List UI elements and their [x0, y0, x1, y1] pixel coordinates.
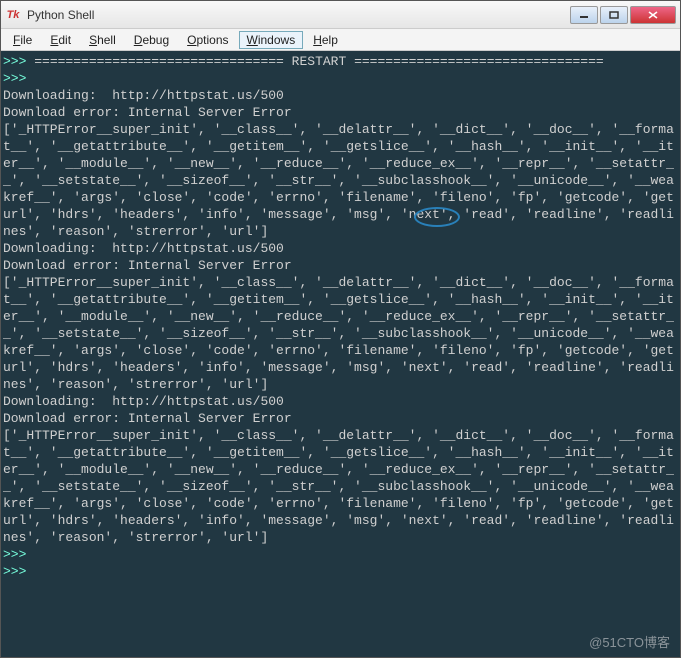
menu-item-label: Debug	[134, 33, 169, 47]
menu-item-label: Shell	[89, 33, 116, 47]
menu-item-debug[interactable]: Debug	[126, 31, 177, 49]
close-button[interactable]	[630, 6, 676, 24]
maximize-icon	[609, 11, 619, 19]
menu-item-shell[interactable]: Shell	[81, 31, 124, 49]
menu-item-edit[interactable]: Edit	[42, 31, 79, 49]
terminal[interactable]: >>> ================================ RES…	[1, 51, 680, 657]
titlebar: Tk Python Shell	[1, 1, 680, 29]
minimize-icon	[579, 11, 589, 19]
tk-icon: Tk	[5, 7, 21, 23]
menu-item-options[interactable]: Options	[179, 31, 236, 49]
menu-item-label: File	[13, 33, 32, 47]
menu-item-label: Options	[187, 33, 228, 47]
minimize-button[interactable]	[570, 6, 598, 24]
terminal-output: >>> ================================ RES…	[3, 53, 678, 580]
menu-item-windows[interactable]: Windows	[239, 31, 304, 49]
menu-item-label: Edit	[50, 33, 71, 47]
menubar: File Edit Shell Debug Options Windows Help	[1, 29, 680, 51]
menu-item-label: Help	[313, 33, 338, 47]
window-controls	[570, 6, 676, 24]
window-title: Python Shell	[27, 8, 570, 22]
menu-item-label: Windows	[247, 33, 296, 47]
watermark: @51CTO博客	[589, 634, 670, 651]
close-icon	[648, 11, 658, 19]
maximize-button[interactable]	[600, 6, 628, 24]
menu-item-file[interactable]: File	[5, 31, 40, 49]
menu-item-help[interactable]: Help	[305, 31, 346, 49]
